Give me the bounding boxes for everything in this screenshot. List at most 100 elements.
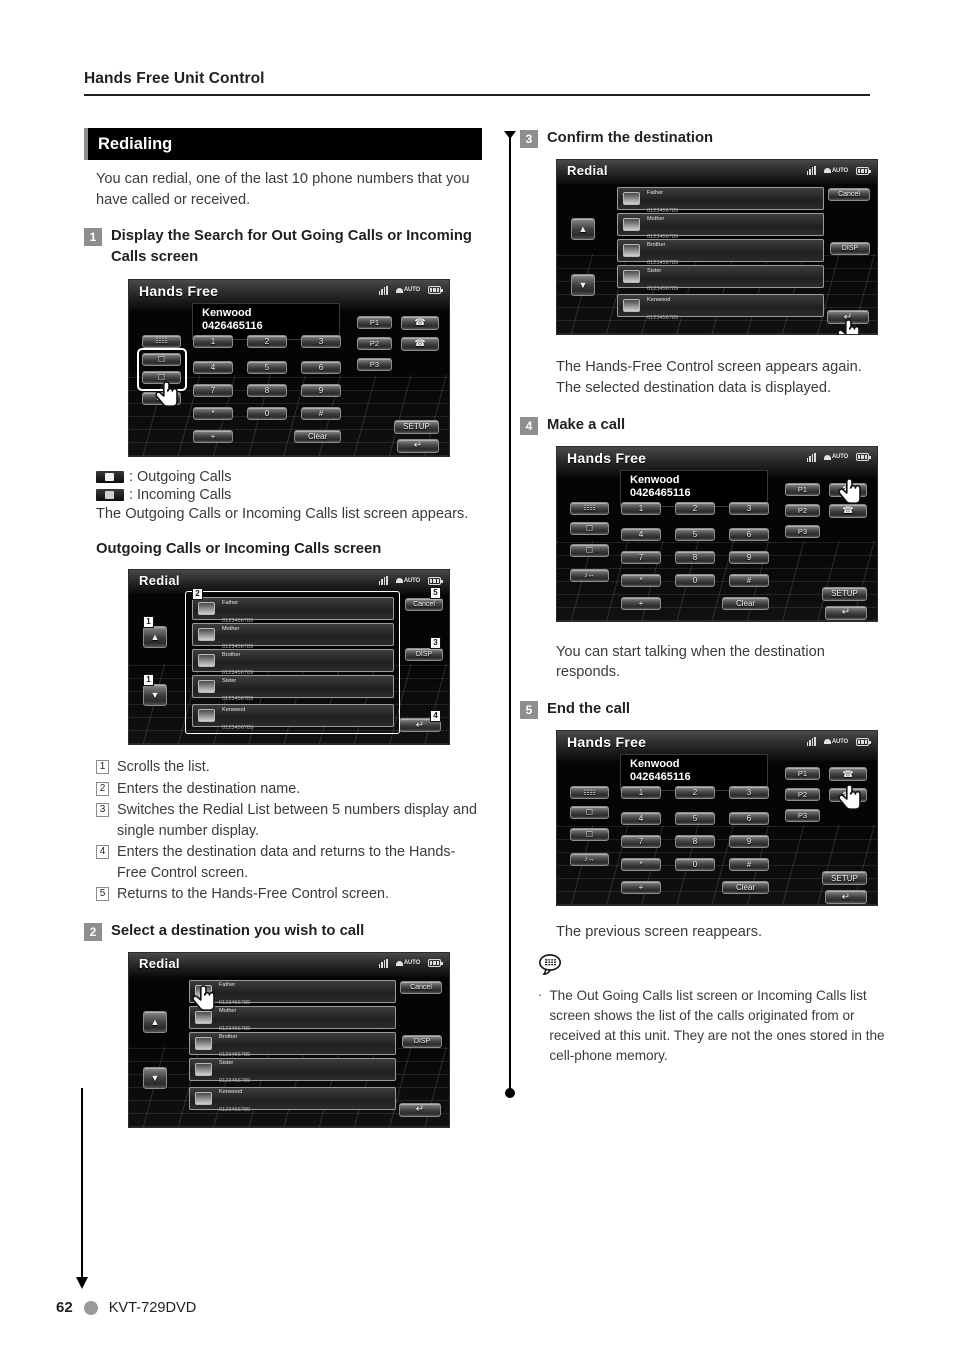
key-3[interactable]: 3 (729, 786, 769, 800)
setup-button[interactable]: SETUP (394, 419, 439, 434)
scroll-up-button[interactable]: ▲ (143, 626, 167, 649)
key-3[interactable]: 3 (729, 501, 769, 515)
preset-p2-button[interactable]: P2 (785, 788, 820, 802)
key-5[interactable]: 5 (675, 812, 715, 826)
key-7[interactable]: 7 (621, 835, 661, 849)
list-item[interactable]: Kenwood 0123456789 (192, 704, 394, 731)
setup-button[interactable]: SETUP (822, 586, 867, 601)
preset-p3-button[interactable]: P3 (785, 524, 820, 538)
phonebook-icon-button[interactable]: ☷☷ (570, 786, 609, 800)
preset-p1-button[interactable]: P1 (785, 767, 820, 781)
key-9[interactable]: 9 (729, 550, 769, 564)
scroll-down-button[interactable]: ▼ (143, 684, 167, 707)
key-6[interactable]: 6 (301, 360, 341, 374)
key-2[interactable]: 2 (675, 786, 715, 800)
key-hash[interactable]: # (301, 406, 341, 420)
redial-screen-callouts[interactable]: Redial AUTO ▲ ▼ Father 0123456789 Mother 0… (128, 569, 450, 746)
list-item[interactable]: Sister 0123456789 (189, 1057, 396, 1084)
list-item[interactable]: Kenwood 0123456789 (189, 1086, 396, 1113)
phonebook-icon-button[interactable]: ☷☷ (142, 334, 181, 348)
redial-screen-step2[interactable]: Redial AUTO ▲ ▼ Father 0123456789 Mother 0… (128, 951, 450, 1128)
return-arrow-icon-button[interactable]: ↵ (825, 890, 867, 905)
key-5[interactable]: 5 (675, 527, 715, 541)
return-arrow-icon-button[interactable]: ↵ (825, 605, 867, 620)
key-7[interactable]: 7 (193, 383, 233, 397)
scroll-up-button[interactable]: ▲ (571, 218, 595, 241)
key-star[interactable]: * (621, 573, 661, 587)
scroll-down-button[interactable]: ▼ (143, 1066, 167, 1089)
key-4[interactable]: 4 (193, 360, 233, 374)
key-1[interactable]: 1 (193, 334, 233, 348)
answer-call-icon-button[interactable]: ☎ (401, 315, 439, 330)
audio-transfer-button[interactable]: ♪↔ (570, 568, 609, 582)
key-5[interactable]: 5 (247, 360, 287, 374)
return-arrow-icon-button[interactable]: ↵ (397, 438, 439, 453)
key-1[interactable]: 1 (621, 786, 661, 800)
outgoing-calls-button[interactable]: ☐ (570, 806, 609, 820)
preset-p2-button[interactable]: P2 (357, 336, 392, 350)
key-9[interactable]: 9 (729, 835, 769, 849)
incoming-calls-button[interactable]: ☐ (570, 828, 609, 842)
scroll-up-button[interactable]: ▲ (143, 1010, 167, 1033)
end-call-icon-button[interactable]: ☎ (401, 336, 439, 351)
disp-button[interactable]: DISP (402, 1034, 442, 1048)
disp-button[interactable]: DISP (405, 648, 443, 662)
after-step5-text: The previous screen reappears. (556, 924, 763, 941)
key-2[interactable]: 2 (247, 334, 287, 348)
key-plus[interactable]: + (621, 881, 661, 895)
cancel-button[interactable]: Cancel (828, 188, 870, 202)
cancel-button[interactable]: Cancel (400, 980, 442, 994)
disp-button[interactable]: DISP (830, 242, 870, 256)
step-4: 4 Make a call (520, 415, 890, 435)
clear-button[interactable]: Clear (722, 881, 769, 895)
setup-button[interactable]: SETUP (822, 871, 867, 886)
list-item[interactable]: Sister 0123456789 (617, 265, 824, 292)
key-8[interactable]: 8 (675, 835, 715, 849)
key-plus[interactable]: + (621, 596, 661, 610)
preset-p3-button[interactable]: P3 (357, 357, 392, 371)
handsfree-screen-step4[interactable]: Hands Free AUTO Kenwood 0426465116 ☷☷ ☐ … (556, 445, 878, 622)
outgoing-calls-button[interactable]: ☐ (570, 521, 609, 535)
preset-p1-button[interactable]: P1 (357, 315, 392, 329)
auto-icon: AUTO (395, 287, 420, 293)
preset-p3-button[interactable]: P3 (785, 809, 820, 823)
key-1[interactable]: 1 (621, 501, 661, 515)
list-item[interactable]: Kenwood 0123456789 (617, 294, 824, 321)
entry-thumb-icon (195, 1091, 212, 1105)
handsfree-screen-step1[interactable]: Hands Free AUTO Kenwood 0426465116 ☷☷ ☐ … (128, 278, 450, 457)
key-7[interactable]: 7 (621, 550, 661, 564)
key-plus[interactable]: + (193, 429, 233, 443)
key-6[interactable]: 6 (729, 527, 769, 541)
clear-button[interactable]: Clear (294, 429, 341, 443)
screen-title: Hands Free (139, 282, 219, 299)
clear-button[interactable]: Clear (722, 596, 769, 610)
preset-p1-button[interactable]: P1 (785, 482, 820, 496)
key-0[interactable]: 0 (247, 406, 287, 420)
return-arrow-icon-button[interactable]: ↵ (399, 1102, 441, 1117)
key-0[interactable]: 0 (675, 858, 715, 872)
key-hash[interactable]: # (729, 858, 769, 872)
key-hash[interactable]: # (729, 573, 769, 587)
key-6[interactable]: 6 (729, 812, 769, 826)
list-item[interactable]: Sister 0123456789 (192, 675, 394, 702)
answer-call-icon-button[interactable]: ☎ (829, 767, 867, 782)
scroll-down-button[interactable]: ▼ (571, 274, 595, 297)
audio-transfer-button[interactable]: ♪↔ (570, 853, 609, 867)
key-4[interactable]: 4 (621, 812, 661, 826)
handsfree-screen-step5[interactable]: Hands Free AUTO Kenwood 0426465116 ☷☷ ☐ … (556, 730, 878, 907)
key-9[interactable]: 9 (301, 383, 341, 397)
key-4[interactable]: 4 (621, 527, 661, 541)
step-3: 3 Confirm the destination (520, 128, 890, 148)
key-8[interactable]: 8 (247, 383, 287, 397)
phonebook-icon-button[interactable]: ☷☷ (570, 501, 609, 515)
key-2[interactable]: 2 (675, 501, 715, 515)
key-3[interactable]: 3 (301, 334, 341, 348)
key-star[interactable]: * (193, 406, 233, 420)
key-0[interactable]: 0 (675, 573, 715, 587)
cancel-button[interactable]: Cancel (405, 598, 443, 612)
incoming-calls-button[interactable]: ☐ (570, 543, 609, 557)
preset-p2-button[interactable]: P2 (785, 503, 820, 517)
redial-screen-step3[interactable]: Redial AUTO ▲ ▼ Father 0123456789 Mother 0… (556, 159, 878, 336)
key-8[interactable]: 8 (675, 550, 715, 564)
key-star[interactable]: * (621, 858, 661, 872)
